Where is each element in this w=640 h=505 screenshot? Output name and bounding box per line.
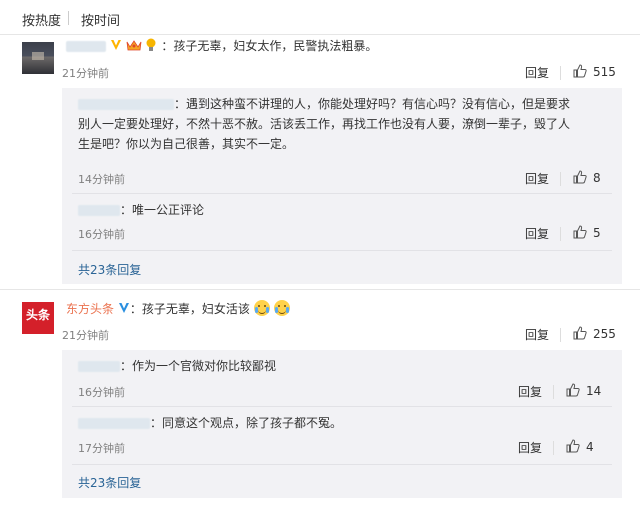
reply-button[interactable]: 回复 xyxy=(525,225,549,242)
comment-separator: ： xyxy=(129,302,142,316)
bulb-icon xyxy=(145,38,157,52)
action-separator xyxy=(560,227,561,241)
reply-text-line: 作为一个官微对你比较鄙视 xyxy=(132,359,277,373)
comment-text: 孩子无辜，妇女太作，民警执法粗暴。 xyxy=(173,39,378,53)
blurred-username[interactable] xyxy=(78,418,150,429)
tab-separator xyxy=(68,11,69,25)
reply-button[interactable]: 回复 xyxy=(525,64,549,81)
thumbs-up-icon xyxy=(573,225,587,239)
crying-laugh-emoji-icon xyxy=(273,300,290,316)
reply-separator: ： xyxy=(120,203,133,217)
reply-time: 17分钟前 xyxy=(78,442,125,455)
like-button[interactable]: 4 xyxy=(566,439,594,454)
more-replies-link[interactable]: 共23条回复 xyxy=(78,261,141,278)
action-separator xyxy=(560,328,561,342)
action-separator xyxy=(560,66,561,80)
thumbs-up-icon xyxy=(566,383,580,397)
reply-separator: ： xyxy=(174,97,187,111)
like-count: 5 xyxy=(593,226,601,240)
reply-item: ：遇到这种蛮不讲理的人，你能处理好吗？有信心吗？没有信心，但是要求 别人一定要处… xyxy=(78,94,618,154)
comment-divider xyxy=(0,289,640,290)
like-button[interactable]: 515 xyxy=(573,64,616,79)
like-count: 8 xyxy=(593,171,601,185)
reply-text-line: 别人一定要处理好，不然十恶不赦。活该丢工作，再找工作也没有人要，潦倒一辈子，毁了… xyxy=(78,117,571,131)
reply-divider xyxy=(72,193,612,194)
like-button[interactable]: 255 xyxy=(573,326,616,341)
reply-separator: ： xyxy=(120,359,133,373)
comment-time: 21分钟前 xyxy=(62,329,109,342)
reply-time: 14分钟前 xyxy=(78,173,125,186)
comment-separator: ： xyxy=(161,39,174,53)
reply-button[interactable]: 回复 xyxy=(525,170,549,187)
avatar-logo-text: 头条 xyxy=(25,308,50,322)
tabs-divider xyxy=(0,34,640,35)
comment-line: 东方头条 ：孩子无辜，妇女活该 xyxy=(66,300,290,317)
reply-button[interactable]: 回复 xyxy=(518,383,542,400)
like-button[interactable]: 5 xyxy=(573,225,601,240)
comment-time: 21分钟前 xyxy=(62,67,109,80)
blurred-username[interactable] xyxy=(78,99,174,110)
blurred-username[interactable] xyxy=(66,41,106,52)
thumbs-up-icon xyxy=(573,64,587,78)
reply-item: ：同意这个观点，除了孩子都不冤。 xyxy=(78,413,598,433)
crown-icon xyxy=(126,39,142,51)
reply-separator: ： xyxy=(150,416,163,430)
reply-button[interactable]: 回复 xyxy=(525,326,549,343)
action-separator xyxy=(560,172,561,186)
sort-tabs: 按热度 按时间 xyxy=(0,0,640,34)
comment-username[interactable]: 东方头条 xyxy=(66,302,114,316)
reply-time: 16分钟前 xyxy=(78,228,125,241)
reply-button[interactable]: 回复 xyxy=(518,439,542,456)
like-count: 14 xyxy=(586,384,602,398)
action-separator xyxy=(553,441,554,455)
blurred-username[interactable] xyxy=(78,361,120,372)
reply-item: ：作为一个官微对你比较鄙视 xyxy=(78,356,598,376)
thumbs-up-icon xyxy=(573,170,587,184)
like-count: 255 xyxy=(593,327,616,341)
avatar[interactable] xyxy=(22,42,54,74)
more-replies-link[interactable]: 共23条回复 xyxy=(78,474,141,491)
avatar[interactable]: 头条 xyxy=(22,302,54,334)
reply-divider xyxy=(72,406,612,407)
reply-text-line: 遇到这种蛮不讲理的人，你能处理好吗？有信心吗？没有信心，但是要求 xyxy=(186,97,571,111)
crying-laugh-emoji-icon xyxy=(253,300,270,316)
reply-divider xyxy=(72,464,612,465)
thumbs-up-icon xyxy=(573,326,587,340)
like-count: 4 xyxy=(586,440,594,454)
reply-time: 16分钟前 xyxy=(78,386,125,399)
action-separator xyxy=(553,385,554,399)
verified-badge-icon xyxy=(110,39,122,51)
tab-by-time[interactable]: 按时间 xyxy=(81,10,120,29)
like-count: 515 xyxy=(593,65,616,79)
like-button[interactable]: 14 xyxy=(566,383,601,398)
reply-text-line: 唯一公正评论 xyxy=(132,203,205,217)
reply-text-line: 生是吧？你以为自己很善，其实不一定。 xyxy=(78,137,295,151)
reply-item: ：唯一公正评论 xyxy=(78,200,618,220)
comment-line: ：孩子无辜，妇女太作，民警执法粗暴。 xyxy=(66,38,377,54)
blurred-username[interactable] xyxy=(78,205,120,216)
reply-text-line: 同意这个观点，除了孩子都不冤。 xyxy=(162,416,343,430)
verified-badge-icon xyxy=(118,302,130,314)
thumbs-up-icon xyxy=(566,439,580,453)
like-button[interactable]: 8 xyxy=(573,170,601,185)
reply-divider xyxy=(72,250,612,251)
tab-by-hot[interactable]: 按热度 xyxy=(22,10,61,29)
comment-text: 孩子无辜，妇女活该 xyxy=(141,302,250,316)
